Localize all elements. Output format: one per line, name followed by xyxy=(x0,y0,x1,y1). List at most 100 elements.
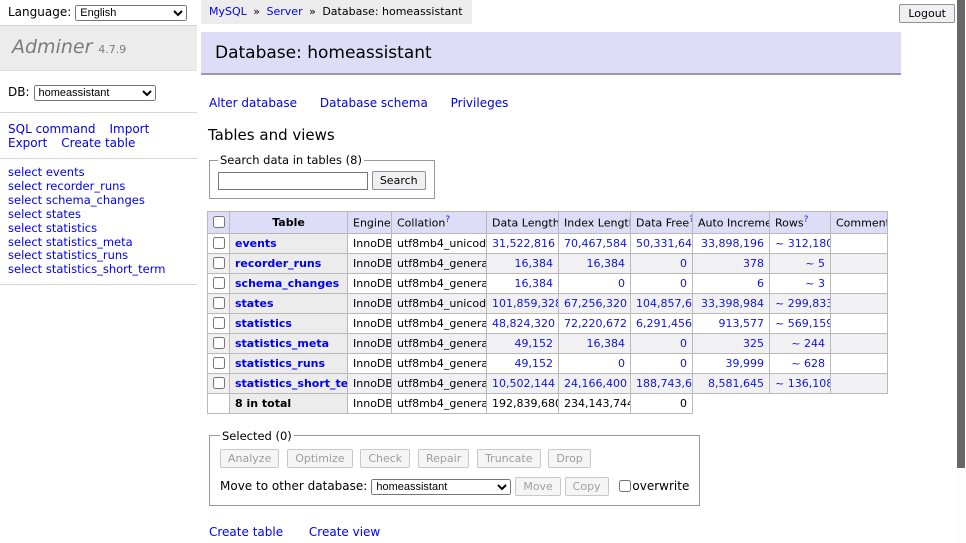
select-all-checkbox[interactable] xyxy=(213,216,225,228)
index-length-link[interactable]: 72,220,672 xyxy=(564,317,627,330)
table-link[interactable]: schema_changes xyxy=(235,277,339,290)
data-length-link[interactable]: 16,384 xyxy=(515,257,554,270)
auto-increment-link[interactable]: 33,398,984 xyxy=(701,297,764,310)
data-length-link[interactable]: 31,522,816 xyxy=(492,237,555,250)
total-empty-cell xyxy=(831,393,888,413)
rows-link[interactable]: ~ 136,108 xyxy=(775,377,831,390)
sidebar-item-select-schema-changes[interactable]: select schema_changes xyxy=(8,194,197,208)
sidebar-item-select-statistics-short-term[interactable]: select statistics_short_term xyxy=(8,263,197,277)
breadcrumb-server-link[interactable]: Server xyxy=(267,5,303,18)
data-length-link[interactable]: 101,859,328 xyxy=(492,297,559,310)
privileges-link[interactable]: Privileges xyxy=(451,96,509,110)
rows-link[interactable]: ~ 312,180 xyxy=(775,237,831,250)
breadcrumb-mysql-link[interactable]: MySQL xyxy=(209,5,247,18)
auto-increment-link[interactable]: 8,581,645 xyxy=(708,377,764,390)
data-length-link[interactable]: 49,152 xyxy=(515,357,554,370)
data-free-link[interactable]: 0 xyxy=(680,257,687,270)
data-free-link[interactable]: 188,743,680 xyxy=(636,377,693,390)
database-schema-link[interactable]: Database schema xyxy=(320,96,428,110)
alter-database-link[interactable]: Alter database xyxy=(209,96,297,110)
auto-increment-link[interactable]: 39,999 xyxy=(726,357,765,370)
data-length-link[interactable]: 48,824,320 xyxy=(492,317,555,330)
row-checkbox[interactable] xyxy=(213,357,225,369)
auto-increment-link[interactable]: 325 xyxy=(743,337,764,350)
language-select[interactable]: English xyxy=(75,5,187,21)
sidebar-item-select-statistics[interactable]: select statistics xyxy=(8,222,197,236)
table-link[interactable]: statistics_short_term xyxy=(235,377,348,390)
data-free-link[interactable]: 6,291,456 xyxy=(636,317,692,330)
index-length-link[interactable]: 0 xyxy=(618,277,625,290)
rows-link[interactable]: ~ 244 xyxy=(791,337,825,350)
sidebar-item-select-states[interactable]: select states xyxy=(8,208,197,222)
data-free-link[interactable]: 0 xyxy=(680,357,687,370)
optimize-button: Optimize xyxy=(287,449,352,468)
data-length-link[interactable]: 49,152 xyxy=(515,337,554,350)
table-link[interactable]: states xyxy=(235,297,274,310)
data-free-link[interactable]: 50,331,648 xyxy=(636,237,693,250)
search-button[interactable]: Search xyxy=(372,171,426,190)
sidebar-create-table-link[interactable]: Create table xyxy=(61,136,135,150)
index-length-link[interactable]: 16,384 xyxy=(587,257,626,270)
row-checkbox[interactable] xyxy=(213,377,225,389)
table-link[interactable]: events xyxy=(235,237,277,250)
search-input[interactable] xyxy=(218,172,368,190)
row-checkbox[interactable] xyxy=(213,237,225,249)
sidebar-import-link[interactable]: Import xyxy=(109,122,149,136)
sidebar-item-select-statistics-meta[interactable]: select statistics_meta xyxy=(8,236,197,250)
row-checkbox[interactable] xyxy=(213,297,225,309)
auto-increment-link[interactable]: 6 xyxy=(757,277,764,290)
index-length-link[interactable]: 67,256,320 xyxy=(564,297,627,310)
table-link[interactable]: statistics xyxy=(235,317,292,330)
rows-help-link[interactable]: ? xyxy=(804,215,809,225)
create-table-link[interactable]: Create table xyxy=(209,525,283,539)
cell-engine: InnoDB xyxy=(348,253,392,273)
overwrite-label: overwrite xyxy=(632,479,689,493)
row-checkbox[interactable] xyxy=(213,277,225,289)
rows-link[interactable]: ~ 3 xyxy=(805,277,825,290)
data-free-link[interactable]: 104,857,600 xyxy=(636,297,693,310)
scrollbar-track[interactable] xyxy=(956,0,966,543)
data-length-link[interactable]: 16,384 xyxy=(515,277,554,290)
overwrite-checkbox[interactable] xyxy=(619,480,631,492)
rows-link[interactable]: ~ 299,833 xyxy=(775,297,831,310)
row-checkbox[interactable] xyxy=(213,317,225,329)
data-free-help-link[interactable]: ? xyxy=(689,215,692,225)
cell-auto-increment: 33,898,196 xyxy=(693,233,770,253)
row-checkbox[interactable] xyxy=(213,257,225,269)
table-link[interactable]: recorder_runs xyxy=(235,257,321,270)
breadcrumb-current: Database: homeassistant xyxy=(322,5,462,18)
table-link[interactable]: statistics_meta xyxy=(235,337,329,350)
data-free-link[interactable]: 0 xyxy=(680,277,687,290)
create-view-link[interactable]: Create view xyxy=(309,525,380,539)
index-length-link[interactable]: 24,166,400 xyxy=(564,377,627,390)
col-header-auto-increment: Auto Increment? xyxy=(693,212,770,234)
rows-link[interactable]: ~ 569,159 xyxy=(775,317,831,330)
data-length-link[interactable]: 10,502,144 xyxy=(492,377,555,390)
data-free-link[interactable]: 0 xyxy=(680,337,687,350)
move-database-select[interactable]: homeassistant xyxy=(371,479,511,495)
index-length-link[interactable]: 70,467,584 xyxy=(564,237,627,250)
total-data-length-cell: 192,839,680 xyxy=(487,393,559,413)
logout-button[interactable]: Logout xyxy=(899,4,955,23)
sidebar-item-select-events[interactable]: select events xyxy=(8,166,197,180)
sidebar-item-select-statistics-runs[interactable]: select statistics_runs xyxy=(8,249,197,263)
collation-help-link[interactable]: ? xyxy=(445,215,450,225)
sidebar-item-select-recorder-runs[interactable]: select recorder_runs xyxy=(8,180,197,194)
auto-increment-link[interactable]: 33,898,196 xyxy=(701,237,764,250)
create-links-row: Create table Create view xyxy=(209,525,966,539)
sidebar-export-link[interactable]: Export xyxy=(8,136,47,150)
cell-engine: InnoDB xyxy=(348,353,392,373)
table-link[interactable]: statistics_runs xyxy=(235,357,325,370)
db-select[interactable]: homeassistant xyxy=(34,85,156,101)
rows-link[interactable]: ~ 5 xyxy=(805,257,825,270)
cell-table-name: recorder_runs xyxy=(230,253,348,273)
sidebar-sql-command-link[interactable]: SQL command xyxy=(8,122,95,136)
scrollbar-thumb[interactable] xyxy=(957,0,965,468)
cell-index-length: 16,384 xyxy=(559,333,631,353)
index-length-link[interactable]: 16,384 xyxy=(587,337,626,350)
auto-increment-link[interactable]: 913,577 xyxy=(719,317,765,330)
auto-increment-link[interactable]: 378 xyxy=(743,257,764,270)
index-length-link[interactable]: 0 xyxy=(618,357,625,370)
row-checkbox[interactable] xyxy=(213,337,225,349)
rows-link[interactable]: ~ 628 xyxy=(791,357,825,370)
